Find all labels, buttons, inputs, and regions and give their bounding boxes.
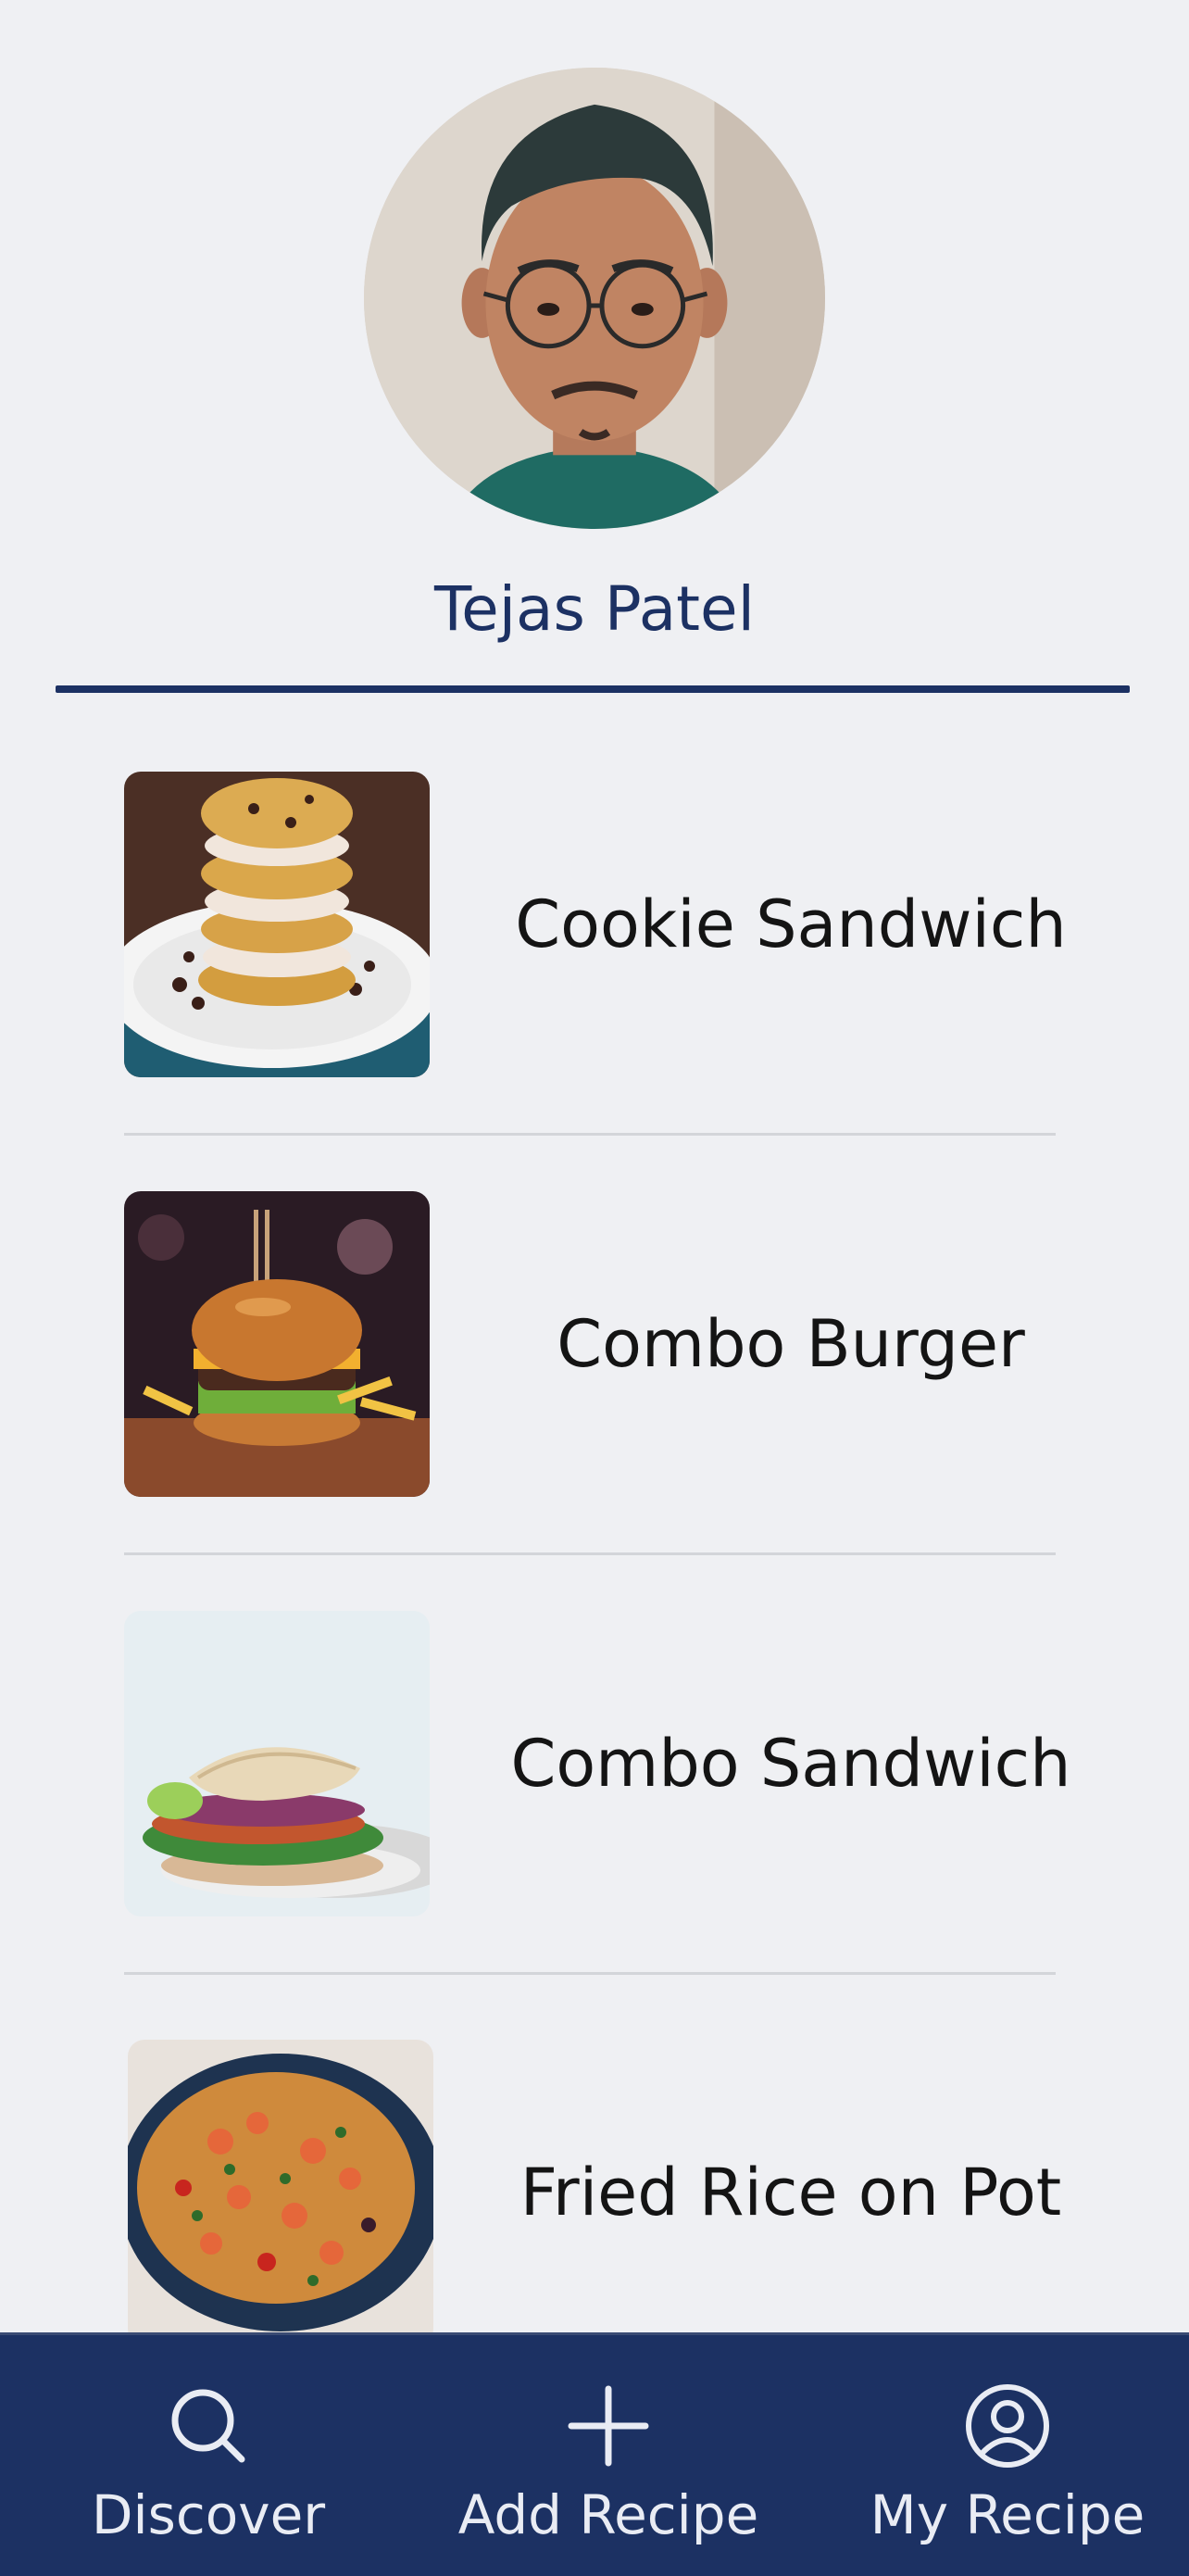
profile-divider: [56, 685, 1130, 693]
profile-name: Tejas Patel: [434, 573, 755, 645]
plus-icon: [568, 2385, 649, 2467]
tab-add-recipe[interactable]: Add Recipe: [423, 2335, 794, 2576]
list-separator: [124, 1972, 1056, 1975]
recipe-title: Combo Burger: [557, 1306, 1025, 1382]
tab-label: My Recipe: [870, 2483, 1145, 2546]
tab-my-recipe[interactable]: My Recipe: [822, 2335, 1189, 2576]
recipe-item-cookie-sandwich[interactable]: Cookie Sandwich: [124, 772, 1067, 1077]
recipe-thumbnail: [124, 1191, 430, 1497]
list-separator: [124, 1133, 1056, 1136]
bottom-tab-bar: Discover Add Recipe My Recipe: [0, 2332, 1189, 2576]
recipe-item-fried-rice-on-pot[interactable]: Fried Rice on Pot: [124, 2040, 1061, 2345]
recipe-item-combo-burger[interactable]: Combo Burger: [124, 1191, 1056, 1497]
search-icon: [171, 2389, 245, 2463]
tab-label: Add Recipe: [457, 2483, 759, 2546]
tab-discover[interactable]: Discover: [23, 2335, 394, 2576]
profile-avatar[interactable]: [364, 68, 825, 529]
user-circle-icon: [966, 2384, 1049, 2468]
avatar-photo: [364, 68, 825, 529]
tab-label: Discover: [91, 2483, 326, 2546]
recipe-thumbnail: [124, 1611, 430, 1916]
recipe-title: Fried Rice on Pot: [519, 2155, 1062, 2230]
list-separator: [124, 1552, 1056, 1555]
recipe-thumbnail: [128, 2040, 433, 2345]
recipe-title: Combo Sandwich: [510, 1726, 1071, 1802]
recipe-thumbnail: [124, 772, 430, 1077]
recipe-title: Cookie Sandwich: [515, 886, 1067, 962]
recipe-item-combo-sandwich[interactable]: Combo Sandwich: [124, 1611, 1071, 1916]
